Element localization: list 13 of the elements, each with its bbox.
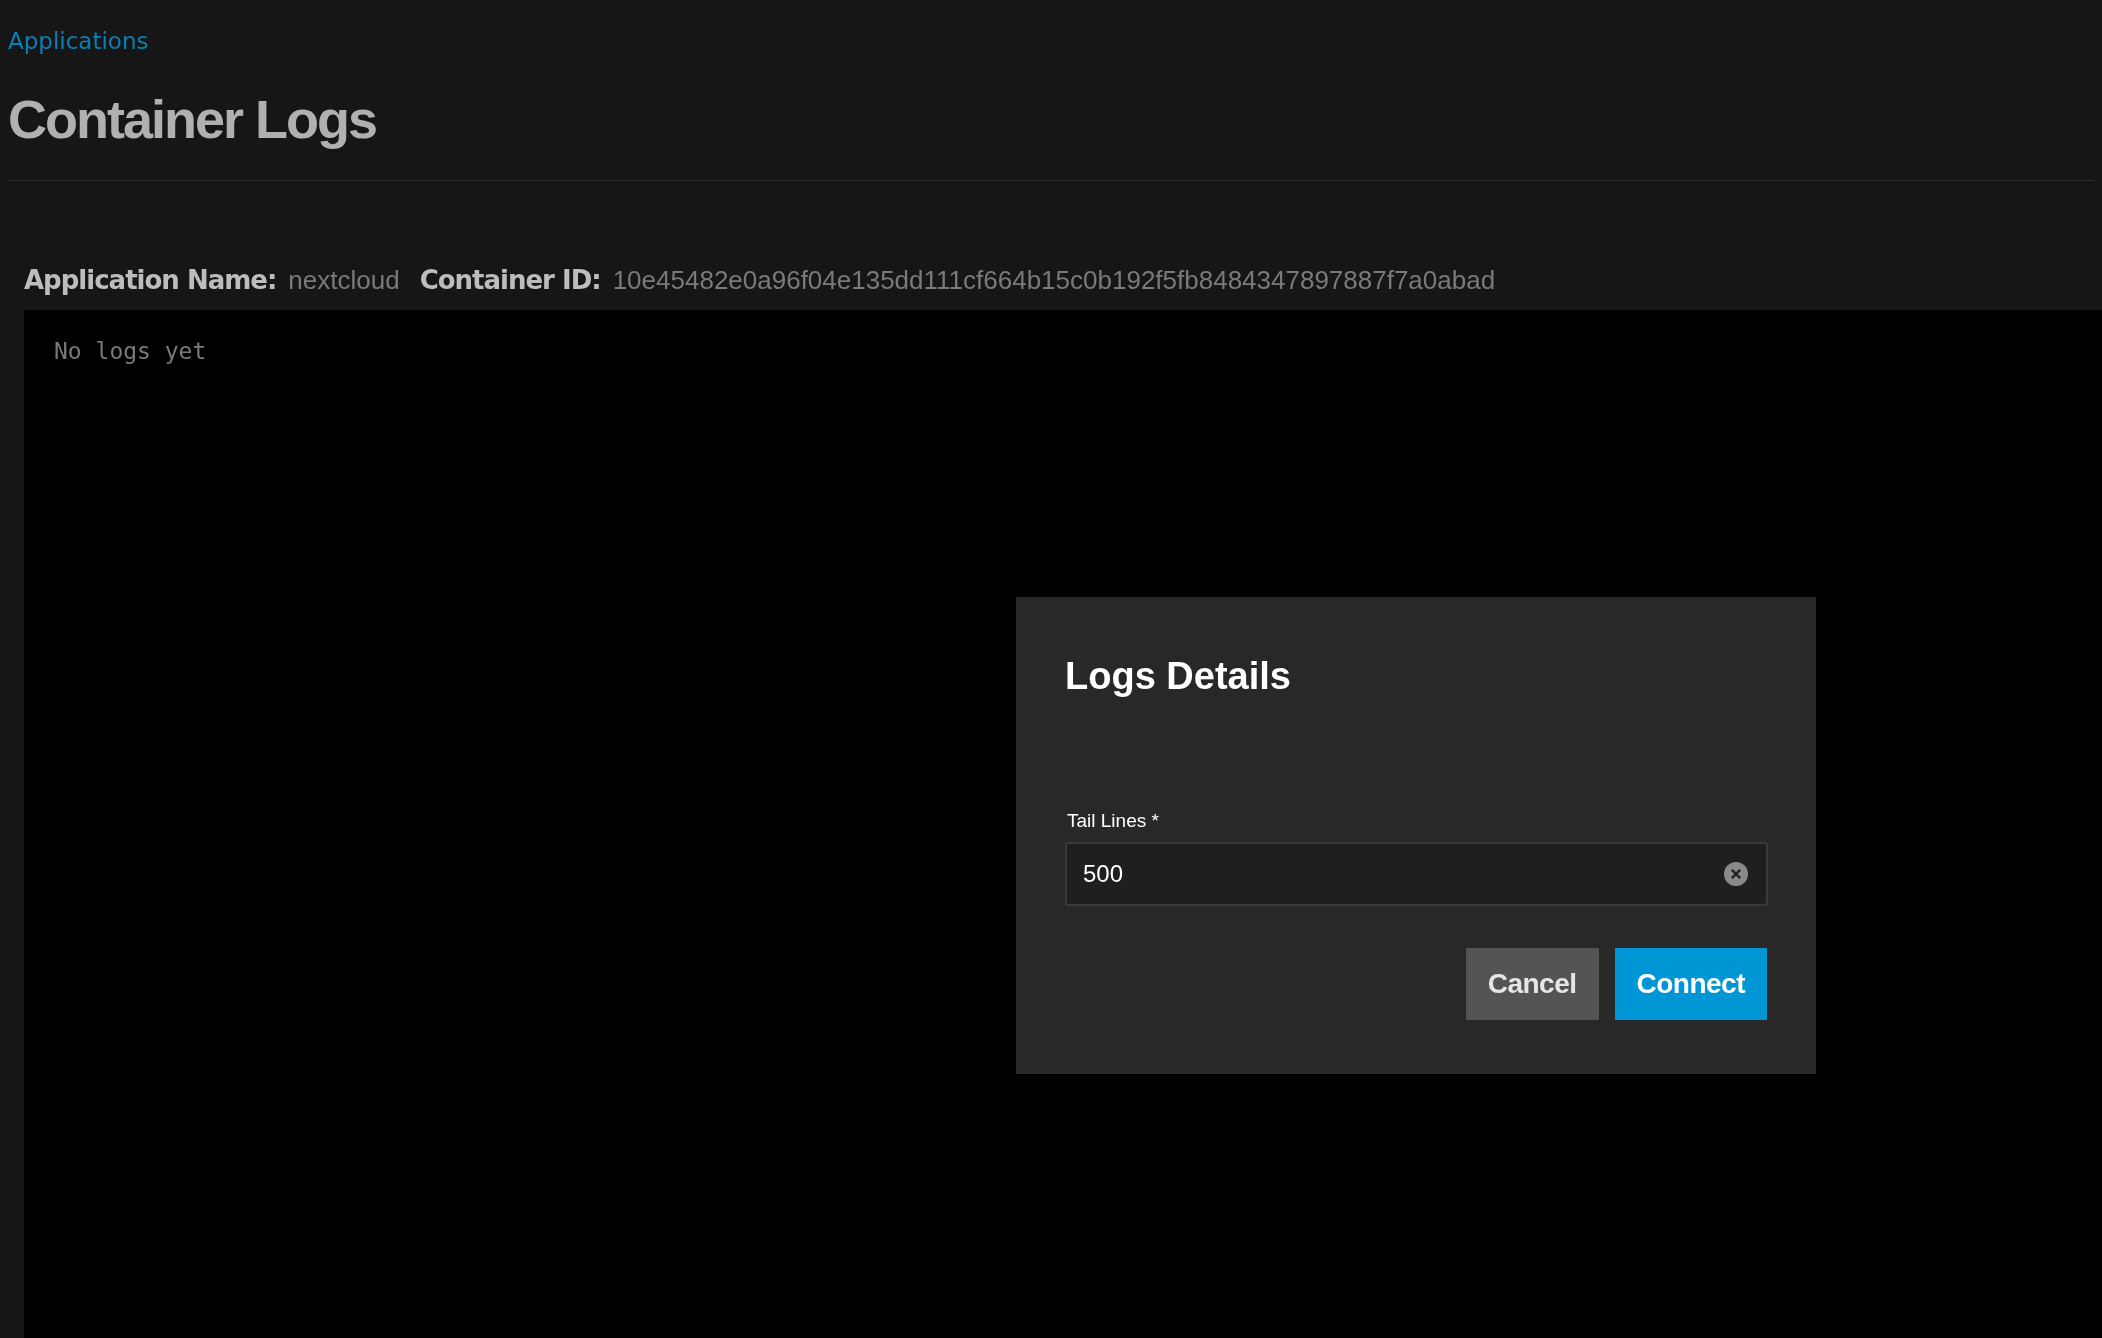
dialog-title: Logs Details	[1065, 655, 1291, 698]
field-label: Tail Lines *	[1067, 810, 1159, 832]
clear-icon[interactable]	[1724, 862, 1748, 886]
info-label: Container ID:	[419, 265, 601, 295]
info-value: nextcloud	[288, 265, 400, 296]
info-label: Application Name:	[24, 265, 277, 295]
info-value: 10e45482e0a96f04e135dd111cf664b15c0b192f5fb8484347897887f7a0abad	[612, 265, 1496, 296]
dialog-button[interactable]: Cancel	[1465, 948, 1599, 1020]
page-title: Container Logs	[8, 88, 376, 150]
log-message: No logs yet	[54, 338, 207, 364]
tail-lines-field[interactable]: 500	[1065, 842, 1768, 906]
dialog-button[interactable]: Connect	[1614, 948, 1767, 1020]
breadcrumb-link[interactable]: Applications	[8, 28, 149, 54]
